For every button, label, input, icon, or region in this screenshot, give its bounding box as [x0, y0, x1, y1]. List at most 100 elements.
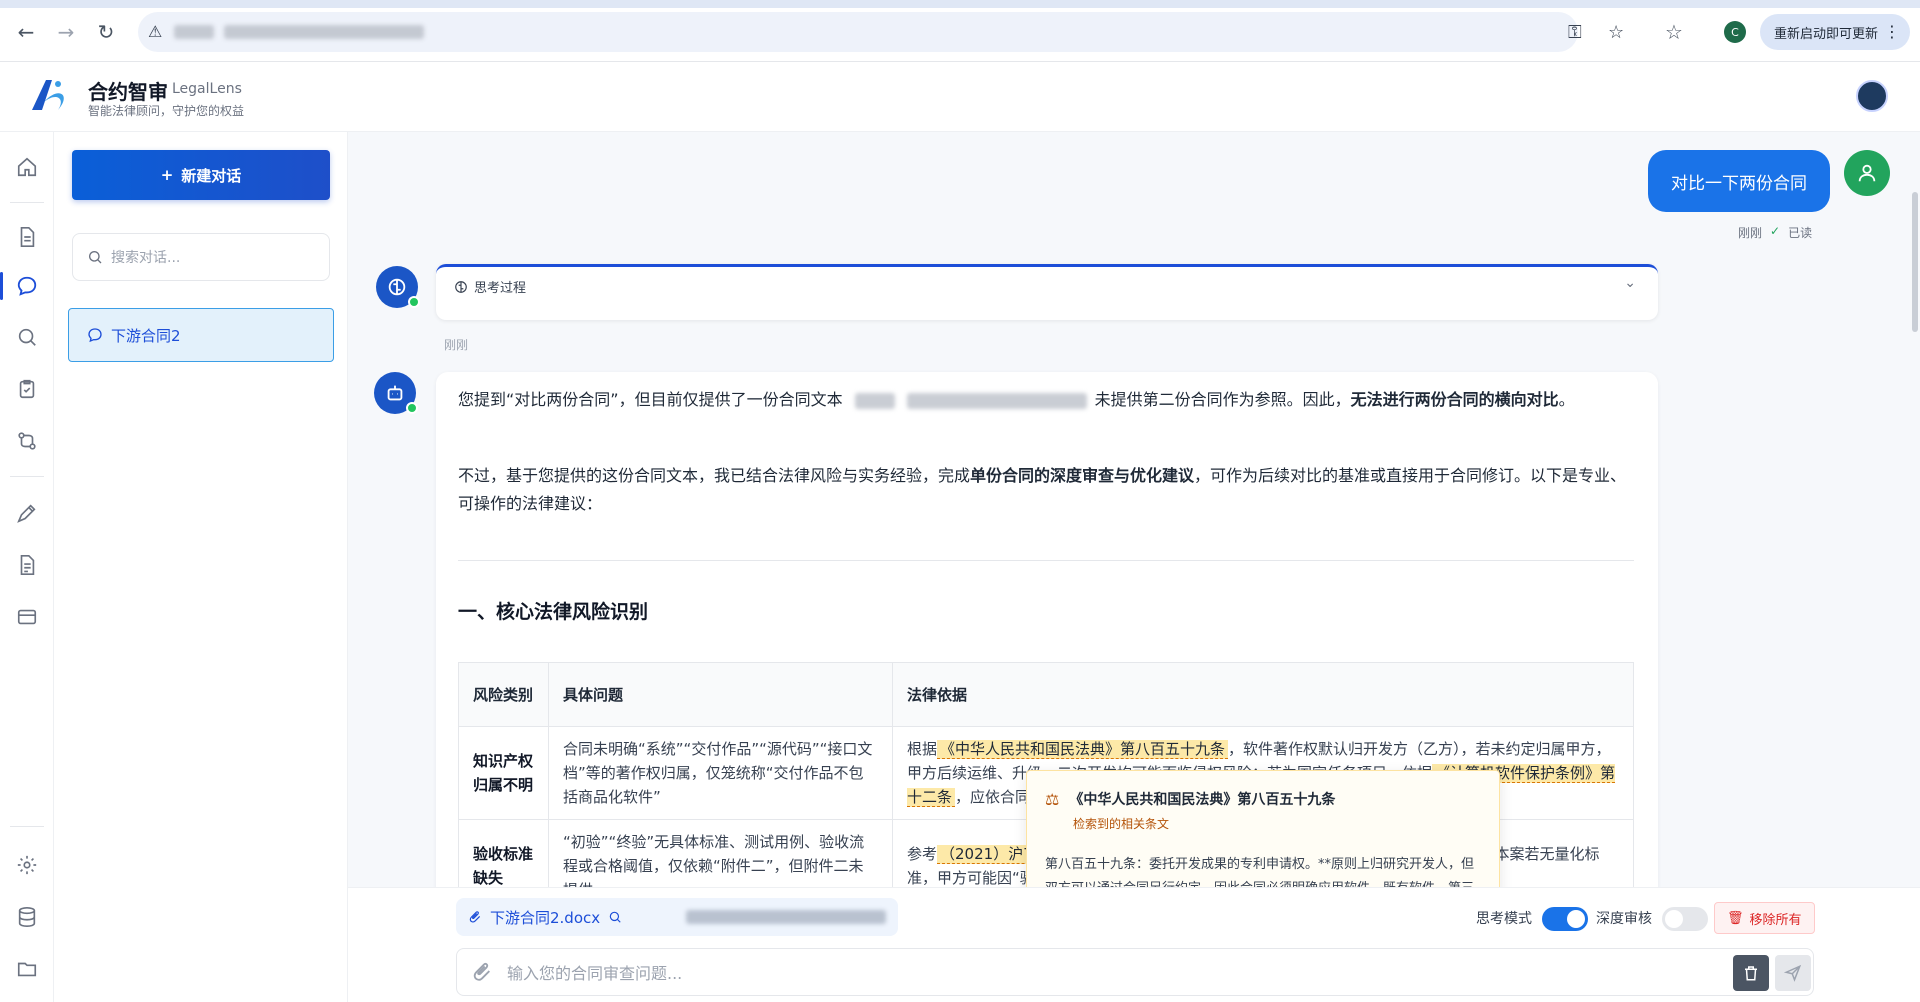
risk-issue: “初验”“终验”无具体标准、测试用例、验收流程或合格阈值，仅依赖“附件二”，但附… — [548, 819, 893, 887]
toggle-knob — [1665, 910, 1683, 928]
answer-text: 。 — [1558, 390, 1575, 409]
attach-icon[interactable] — [471, 961, 493, 983]
bookmarks-icon[interactable]: ☆ — [1660, 18, 1688, 46]
rail-divider — [10, 476, 44, 477]
bot-avatar-brain-icon — [376, 266, 420, 308]
chat-icon[interactable] — [14, 273, 40, 299]
citation-tooltip: ⚖ 《中华人民共和国民法典》第八百五十九条 检索到的相关条文 第八百五十九条：委… — [1026, 770, 1500, 887]
update-button-label: 重新启动即可更新 — [1774, 26, 1879, 42]
chat-area: 对比一下两份合同 刚刚 ✓ 已读 思考过程 ⌄ 刚刚 您提到“对比两份合同”，但… — [348, 132, 1920, 887]
redacted-text — [854, 392, 895, 409]
message-time: 刚刚 — [1738, 226, 1763, 240]
folder-icon[interactable] — [14, 956, 40, 982]
app-title-en: LegalLens — [172, 81, 242, 97]
url-redacted — [174, 25, 214, 39]
table-header: 法律依据 — [892, 662, 1634, 727]
url-redacted — [224, 25, 424, 39]
rail-active-indicator — [0, 272, 3, 300]
deep-review-toggle[interactable] — [1662, 907, 1708, 931]
remove-all-label: 移除所有 — [1749, 912, 1802, 928]
remove-all-button[interactable]: 🗑 移除所有 — [1714, 902, 1815, 934]
thinking-mode-toggle[interactable] — [1542, 907, 1588, 931]
trash-icon: 🗑 — [1727, 910, 1744, 926]
message-input[interactable] — [507, 959, 1687, 987]
profile-avatar[interactable]: C — [1724, 21, 1746, 43]
app-header: 合约智审 LegalLens 智能法律顾问，守护您的权益 — [0, 62, 1920, 132]
search-icon[interactable] — [14, 324, 40, 350]
read-status: 已读 — [1788, 226, 1813, 240]
not-secure-icon[interactable]: ⚠ — [148, 22, 162, 41]
search-icon[interactable] — [608, 910, 622, 924]
redacted-text — [906, 392, 1087, 409]
user-avatar-icon — [1844, 150, 1890, 196]
conversation-search[interactable]: 搜索对话... — [72, 233, 330, 281]
back-icon[interactable]: ← — [12, 18, 40, 46]
trash-icon — [1745, 966, 1757, 981]
conversation-sidebar: + 新建对话 搜索对话... 下游合同2 — [54, 132, 348, 1002]
answer-bold-text: 无法进行两份合同的横向对比 — [1350, 390, 1559, 409]
message-meta: 刚刚 ✓ 已读 — [1738, 224, 1812, 241]
bookmark-star-icon[interactable]: ☆ — [1608, 22, 1624, 43]
chat-scrollbar[interactable] — [1912, 192, 1918, 332]
settings-gear-icon[interactable] — [14, 852, 40, 878]
password-key-icon[interactable]: ⚿ — [1568, 22, 1582, 43]
table-header: 风险类别 — [458, 662, 549, 727]
risk-issue: 合同未明确“系统”“交付作品”“源代码”“接口文档”等的著作权归属，仅笼统称“交… — [548, 726, 893, 820]
more-menu-icon[interactable]: ⋮ — [1884, 22, 1900, 41]
address-bar[interactable]: ⚠ ⚿ ☆ — [138, 12, 1624, 52]
table-header: 具体问题 — [548, 662, 893, 727]
tooltip-subtitle: 检索到的相关条文 — [1073, 817, 1170, 831]
home-icon[interactable] — [14, 154, 40, 180]
risk-category: 知识产权归属不明 — [458, 726, 549, 820]
tooltip-body: 第八百五十九条：委托开发成果的专利申请权。**原则上归研究开发人，但双方可以通过… — [1045, 857, 1475, 887]
scale-icon: ⚖ — [1045, 789, 1060, 809]
tooltip-title: 《中华人民共和国民法典》第八百五十九条 — [1069, 792, 1336, 808]
card-icon[interactable] — [14, 604, 40, 630]
answer-text: 未提供第二份合同作为参照。因此， — [1094, 390, 1351, 409]
user-message-bubble: 对比一下两份合同 — [1648, 150, 1830, 212]
clear-button[interactable] — [1733, 955, 1769, 991]
read-check-icon: ✓ — [1770, 224, 1781, 238]
search-placeholder: 搜索对话... — [111, 250, 181, 266]
send-icon — [1784, 964, 1802, 982]
answer-paragraph-1: 您提到“对比两份合同”，但目前仅提供了一份合同文本 未提供第二份合同作为参照。因此… — [458, 386, 1634, 414]
basis-text: 参考 — [907, 845, 938, 863]
file-text-icon[interactable] — [14, 552, 40, 578]
thinking-title: 思考过程 — [474, 281, 527, 296]
conversation-label: 下游合同2 — [111, 326, 181, 345]
paperclip-icon — [469, 911, 481, 923]
update-button[interactable]: 重新启动即可更新 ⋮ — [1760, 14, 1910, 50]
attached-file-name: 下游合同2.docx — [490, 908, 601, 927]
message-input-box[interactable] — [456, 948, 1814, 996]
forward-icon[interactable]: → — [52, 18, 80, 46]
compare-icon[interactable] — [14, 428, 40, 454]
chevron-down-icon[interactable]: ⌄ — [1624, 275, 1636, 291]
attached-file-chip[interactable]: 下游合同2.docx — [456, 898, 898, 936]
brain-icon — [455, 280, 467, 293]
user-avatar[interactable] — [1856, 80, 1888, 112]
icon-rail — [0, 132, 54, 1002]
pen-icon[interactable] — [14, 500, 40, 526]
app-title: 合约智审 — [88, 80, 168, 104]
thinking-process-panel[interactable]: 思考过程 ⌄ — [436, 264, 1658, 320]
database-icon[interactable] — [14, 904, 40, 930]
send-button[interactable] — [1775, 955, 1811, 991]
divider — [458, 560, 1634, 561]
reload-icon[interactable]: ↻ — [92, 18, 120, 46]
risk-category: 验收标准缺失 — [458, 819, 549, 887]
law-citation[interactable]: 《中华人民共和国民法典》第八百五十九条 — [937, 740, 1229, 759]
conversation-item[interactable]: 下游合同2 — [68, 308, 334, 362]
answer-bold-text: 单份合同的深度审查与优化建议 — [970, 466, 1195, 485]
composer: 下游合同2.docx 思考模式 深度审核 🗑 移除所有 — [348, 887, 1920, 1002]
rail-divider — [10, 826, 44, 827]
section-heading: 一、核心法律风险识别 — [458, 601, 649, 623]
new-chat-button[interactable]: + 新建对话 — [72, 150, 330, 200]
logo-icon — [32, 80, 64, 110]
redacted-text — [686, 910, 886, 924]
deep-review-label: 深度审核 — [1596, 911, 1652, 927]
assistant-answer: 您提到“对比两份合同”，但目前仅提供了一份合同文本 未提供第二份合同作为参照。因此… — [436, 372, 1658, 887]
clipboard-check-icon[interactable] — [14, 376, 40, 402]
thinking-time: 刚刚 — [444, 338, 469, 352]
document-icon[interactable] — [14, 224, 40, 250]
toggle-knob — [1567, 910, 1585, 928]
